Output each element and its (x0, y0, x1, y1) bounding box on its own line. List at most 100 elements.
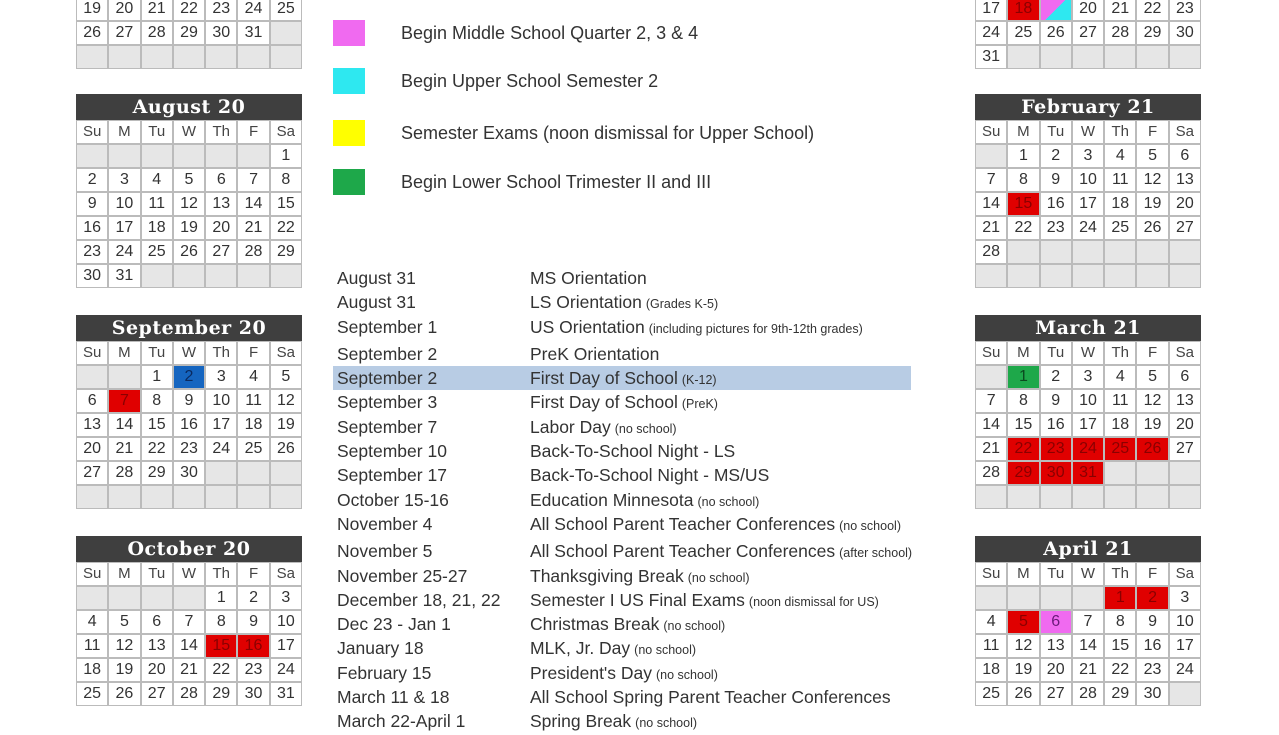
empty-day-cell (1105, 486, 1136, 508)
day-cell: 2 (1137, 587, 1168, 609)
event-note: (no school) (656, 667, 718, 682)
day-cell: 2 (1040, 145, 1071, 167)
day-cell: 19 (1137, 414, 1168, 436)
event-note: (after school) (839, 546, 913, 561)
empty-day-cell (1072, 46, 1104, 68)
day-cell: 9 (1137, 611, 1168, 633)
day-cell: 27 (1169, 438, 1200, 460)
day-cell: 13 (1169, 169, 1200, 191)
event-name: Spring Break (no school) (530, 709, 697, 735)
event-note: (no school) (614, 421, 677, 436)
day-cell: 28 (1105, 22, 1136, 44)
event-note: (no school) (635, 716, 698, 731)
event-note: (no school) (839, 518, 901, 533)
event-name: First Day of School (K-12) (530, 366, 717, 392)
day-cell: 31 (109, 265, 140, 287)
day-cell: 26 (109, 683, 140, 705)
weekday-header: M (1008, 563, 1039, 585)
empty-day-cell (238, 265, 269, 287)
day-cell: 23 (1040, 217, 1071, 239)
day-cell: 15 (1008, 414, 1039, 436)
day-cell: 13 (77, 414, 108, 436)
day-cell: 1 (1105, 587, 1136, 609)
legend-label: Begin Middle School Quarter 2, 3 & 4 (401, 23, 699, 43)
empty-day-cell (1008, 486, 1039, 508)
empty-day-cell (976, 366, 1007, 388)
event-date: December 18, 21, 22 (337, 589, 501, 610)
day-cell: 28 (109, 462, 140, 484)
day-cell: 4 (77, 611, 108, 633)
day-cell: 9 (238, 611, 269, 633)
day-cell: 31 (976, 46, 1007, 68)
weekday-header: F (1137, 563, 1168, 585)
day-cell: 24 (1169, 659, 1200, 681)
day-cell: 27 (109, 22, 140, 44)
day-cell: 12 (1137, 169, 1168, 191)
empty-day-cell (1008, 46, 1039, 68)
event-row: February 15 President's Day (no school) (333, 661, 973, 685)
event-date: November 5 (337, 541, 433, 562)
empty-day-cell (1072, 486, 1104, 508)
weekday-header: Tu (1040, 342, 1071, 364)
day-cell: 8 (206, 611, 237, 633)
event-note: (Grades K-5) (645, 297, 719, 312)
day-cell: 28 (141, 22, 172, 44)
empty-day-cell (206, 486, 237, 508)
day-cell: 17 (109, 217, 140, 239)
legend-item-ls-trimester: Begin Lower School Trimester II and III (333, 169, 933, 197)
day-cell: 31 (1072, 462, 1104, 484)
legend-label: Begin Lower School Trimester II and III (401, 172, 712, 192)
empty-day-cell (238, 46, 269, 68)
day-cell: 13 (141, 635, 172, 657)
day-cell: 7 (976, 390, 1007, 412)
event-title: Back-To-School Night - MS/US (530, 465, 770, 486)
weekday-header: M (109, 563, 140, 585)
empty-day-cell (206, 46, 237, 68)
calendar-grid: Su M Tu W Th F Sa 1 2 3 4 5 6 7 8 9 10 11 12 13 14 15 16 17 18 19… (975, 120, 1201, 288)
day-cell: 1 (270, 145, 301, 167)
empty-day-cell (270, 486, 301, 508)
event-note: (no school) (697, 494, 760, 509)
event-date: August 31 (337, 268, 416, 288)
event-title: First Day of School (530, 392, 678, 413)
empty-day-cell (109, 145, 140, 167)
calendar-october: October 20 Su M Tu W Th F Sa 1 2 3 4 5 6 7 8 9 10 11 12 13 14… (76, 536, 302, 706)
day-cell: 30 (173, 462, 205, 484)
day-cell: 17 (270, 635, 301, 657)
weekday-header: M (109, 342, 140, 364)
day-cell: 14 (976, 414, 1007, 436)
event-date: September 3 (337, 392, 438, 413)
day-cell: 13 (1040, 635, 1071, 657)
day-cell: 2 (77, 169, 108, 191)
day-cell: 18 (77, 659, 108, 681)
day-cell: 24 (238, 0, 269, 20)
event-row: March 11 & 18 All School Spring Parent Te… (333, 685, 973, 709)
day-cell: 11 (77, 635, 108, 657)
day-cell: 16 (77, 217, 108, 239)
empty-day-cell (1169, 462, 1200, 484)
event-row: September 2 PreK Orientation (333, 342, 973, 366)
day-cell: 20 (109, 0, 140, 20)
month-title: September 20 (76, 315, 302, 341)
empty-day-cell (141, 265, 172, 287)
day-cell: 15 (1008, 193, 1039, 215)
event-row: March 22-April 1 Spring Break (no school) (333, 709, 973, 733)
day-cell: 18 (976, 659, 1007, 681)
day-cell: 29 (1105, 683, 1136, 705)
day-cell: 19 (109, 659, 140, 681)
day-cell: 28 (976, 462, 1007, 484)
day-cell: 14 (109, 414, 140, 436)
event-date: September 2 (337, 343, 438, 364)
day-cell: 17 (976, 0, 1007, 20)
event-row: November 5 All School Parent Teacher Conf… (333, 539, 973, 563)
day-cell: 14 (976, 193, 1007, 215)
empty-day-cell (173, 46, 205, 68)
day-cell: 8 (1008, 169, 1039, 191)
empty-day-cell (1105, 46, 1136, 68)
day-cell: 1 (1008, 145, 1039, 167)
event-name: President's Day (no school) (530, 661, 718, 687)
empty-day-cell (270, 46, 301, 68)
empty-day-cell (1137, 486, 1168, 508)
day-cell: 25 (77, 683, 108, 705)
event-row: August 31 LS Orientation (Grades K-5) (333, 290, 973, 314)
